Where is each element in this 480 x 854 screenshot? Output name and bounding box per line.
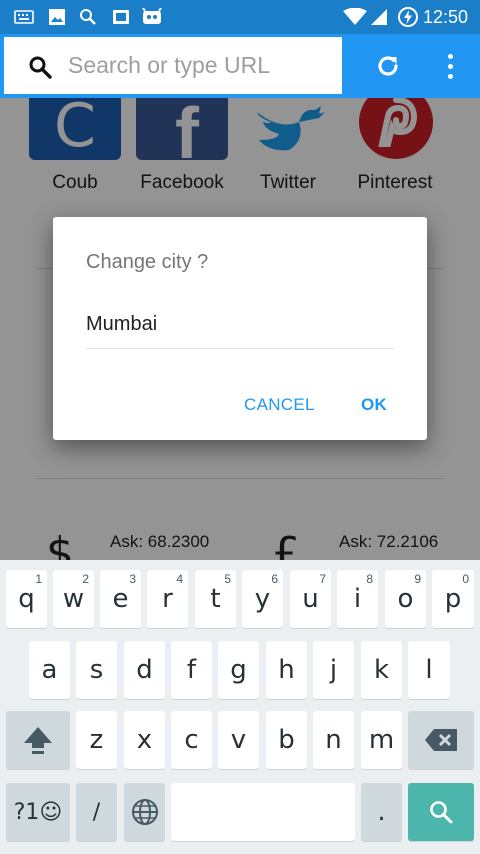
ok-button[interactable]: OK — [361, 385, 387, 425]
change-city-dialog: Change city ? Mumbai CANCEL OK — [53, 217, 427, 440]
dot-icon — [447, 53, 453, 59]
reload-button[interactable] — [370, 48, 406, 84]
globe-icon — [131, 799, 158, 825]
slash-key[interactable]: / — [76, 783, 117, 841]
dot-icon — [447, 73, 453, 79]
soft-keyboard: q1 w2 e3 r4 t5 y6 u7 i8 o9 p0 a s d f g … — [0, 560, 480, 854]
period-key[interactable]: . — [361, 783, 402, 841]
key-l[interactable]: l — [408, 641, 450, 699]
key-hint: 1 — [35, 572, 42, 586]
key-p[interactable]: p0 — [432, 570, 474, 628]
key-v[interactable]: v — [218, 711, 259, 769]
shift-icon — [24, 727, 52, 754]
url-search-field[interactable]: Search or type URL — [4, 37, 342, 94]
url-bar: Search or type URL — [0, 34, 480, 98]
dialog-title: Change city ? — [86, 251, 209, 273]
search-key[interactable] — [408, 783, 474, 841]
key-g[interactable]: g — [218, 641, 259, 699]
key-letter: e — [112, 584, 129, 614]
key-h[interactable]: h — [266, 641, 307, 699]
key-letter: y — [254, 584, 271, 614]
key-x[interactable]: x — [124, 711, 165, 769]
backspace-icon — [425, 729, 457, 751]
key-e[interactable]: e3 — [100, 570, 141, 628]
key-t[interactable]: t5 — [195, 570, 236, 628]
key-letter: o — [397, 584, 414, 614]
key-letter: w — [62, 584, 85, 614]
key-c[interactable]: c — [171, 711, 212, 769]
key-hint: 4 — [176, 572, 183, 586]
android-icon — [140, 0, 164, 34]
key-m[interactable]: m — [361, 711, 402, 769]
key-hint: 5 — [224, 572, 231, 586]
key-hint: 6 — [271, 572, 278, 586]
city-input[interactable]: Mumbai — [86, 311, 394, 349]
key-hint: 9 — [414, 572, 421, 586]
status-time: 12:50 — [422, 7, 468, 27]
search-icon — [28, 55, 52, 79]
reload-icon — [378, 56, 398, 76]
key-f[interactable]: f — [171, 641, 212, 699]
key-b[interactable]: b — [266, 711, 307, 769]
overflow-menu-button[interactable] — [436, 48, 464, 84]
key-z[interactable]: z — [76, 711, 117, 769]
key-i[interactable]: i8 — [337, 570, 378, 628]
key-letter: r — [162, 584, 173, 614]
key-hint: 8 — [366, 572, 373, 586]
wifi-icon — [342, 0, 368, 34]
language-key[interactable] — [124, 783, 165, 841]
tablet-icon — [110, 0, 132, 34]
key-letter: u — [302, 584, 319, 614]
key-n[interactable]: n — [313, 711, 354, 769]
signal-icon — [368, 0, 390, 34]
symbols-key[interactable]: ?1☺ — [6, 783, 70, 841]
key-u[interactable]: u7 — [290, 570, 331, 628]
key-letter: t — [210, 584, 221, 614]
key-k[interactable]: k — [361, 641, 402, 699]
key-q[interactable]: q1 — [6, 570, 47, 628]
key-hint: 3 — [129, 572, 136, 586]
url-placeholder: Search or type URL — [68, 52, 270, 78]
key-letter: i — [353, 584, 362, 614]
key-o[interactable]: o9 — [385, 570, 426, 628]
key-s[interactable]: s — [76, 641, 117, 699]
key-j[interactable]: j — [313, 641, 354, 699]
key-hint: 7 — [319, 572, 326, 586]
status-bar: 12:50 — [0, 0, 480, 34]
key-a[interactable]: a — [29, 641, 70, 699]
search-icon — [77, 0, 99, 34]
cancel-button[interactable]: CANCEL — [244, 385, 315, 425]
key-hint: 0 — [462, 572, 469, 586]
key-letter: q — [18, 584, 35, 614]
key-hint: 2 — [82, 572, 89, 586]
search-icon — [430, 801, 453, 824]
image-icon — [46, 0, 68, 34]
space-key[interactable] — [171, 783, 355, 841]
shift-key[interactable] — [6, 711, 70, 769]
key-r[interactable]: r4 — [147, 570, 188, 628]
battery-charging-icon — [396, 0, 420, 34]
key-letter: p — [444, 584, 462, 614]
key-d[interactable]: d — [124, 641, 165, 699]
key-y[interactable]: y6 — [242, 570, 283, 628]
key-w[interactable]: w2 — [53, 570, 94, 628]
backspace-key[interactable] — [408, 711, 474, 769]
dot-icon — [447, 63, 453, 69]
keyboard-icon — [12, 0, 36, 34]
